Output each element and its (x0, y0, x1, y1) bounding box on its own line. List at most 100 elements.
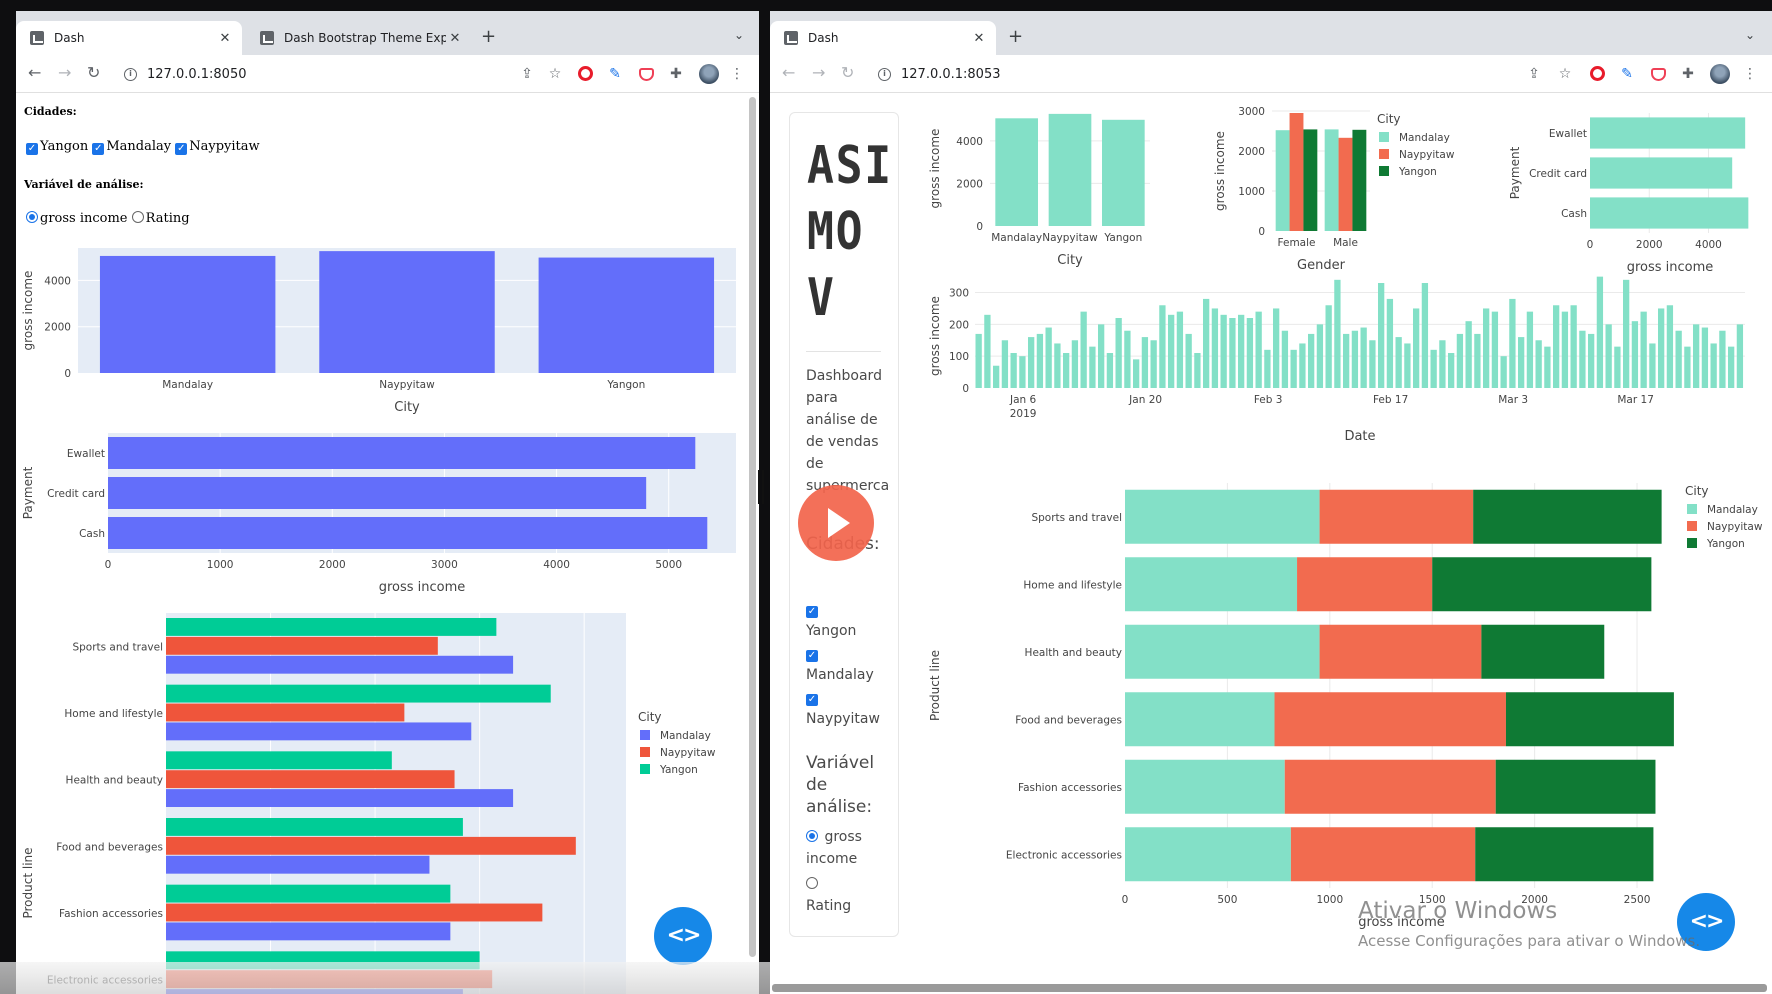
tab-close-icon[interactable]: ✕ (216, 31, 234, 46)
bar (1159, 305, 1166, 388)
site-info-icon[interactable]: i (124, 67, 137, 81)
back-arrow-icon[interactable]: ← (28, 65, 41, 81)
opera-extension-icon[interactable] (1590, 66, 1605, 81)
bar (1430, 349, 1437, 388)
x-tick-label: 2000 (319, 559, 346, 571)
legend-entry: Yangon (1398, 166, 1437, 178)
bar (1089, 346, 1096, 388)
checkbox-naypyitaw[interactable]: ✓ Naypyitaw (806, 686, 880, 730)
y-tick-label: 3000 (1238, 106, 1265, 118)
radio-gross-income[interactable]: gross income (806, 826, 892, 870)
x-tick-label: Naypyitaw (379, 379, 435, 391)
left-tab-dash[interactable]: Dash ✕ (16, 21, 242, 55)
variavel-label: Variável de análise: (24, 178, 144, 191)
reload-icon[interactable]: ↻ (87, 65, 100, 81)
extensions-puzzle-icon[interactable]: ✚ (668, 66, 684, 82)
checkbox-yangon[interactable]: ✓ Yangon (806, 598, 856, 642)
bar (1631, 321, 1639, 388)
x-tick-sublabel: 2019 (1010, 408, 1037, 420)
radio-rating[interactable]: Rating (131, 211, 190, 226)
tab-search-chevron-icon[interactable]: ⌄ (1745, 28, 1755, 42)
y-tick-label: Cash (79, 528, 105, 540)
left-tab-theme-explorer[interactable]: Dash Bootstrap Theme Explore ✕ (246, 21, 472, 55)
y-tick-label: 100 (949, 351, 969, 363)
window-resize-handle[interactable] (758, 470, 764, 504)
forward-arrow-icon[interactable]: → (812, 65, 825, 81)
x-axis-title: Date (1344, 429, 1375, 444)
reload-icon[interactable]: ↻ (841, 65, 854, 81)
y-tick-label: Food and beverages (56, 841, 163, 853)
site-info-icon[interactable]: i (878, 67, 891, 81)
daily-gross-income-bar-chart: 0 100 200 300 Jan 6 2019 Jan 20 Feb 3 Feb 17 Mar … (928, 276, 1745, 444)
back-arrow-icon[interactable]: ← (782, 65, 795, 81)
opera-extension-icon[interactable] (578, 66, 593, 81)
legend-entry: Mandalay (1399, 132, 1450, 144)
forward-arrow-icon[interactable]: → (58, 65, 71, 81)
bar (1351, 330, 1359, 388)
bar (1590, 197, 1749, 229)
bar (1614, 346, 1621, 388)
dash-favicon-icon (784, 31, 798, 45)
kebab-menu-icon[interactable]: ⋮ (729, 66, 745, 82)
y-tick-label: Food and beverages (1015, 714, 1122, 726)
bar (1369, 340, 1376, 388)
bar (1544, 346, 1551, 388)
x-tick-label: 3000 (431, 559, 458, 571)
new-tab-icon[interactable]: + (1008, 26, 1023, 47)
bar (1001, 340, 1009, 388)
checkbox-checked-icon: ✓ (26, 143, 38, 155)
bar (1561, 311, 1569, 388)
profile-avatar[interactable] (699, 64, 719, 84)
bar (1684, 346, 1691, 388)
y-tick-label: Health and beauty (1025, 647, 1122, 659)
bar (1316, 324, 1324, 388)
bar (1378, 283, 1385, 388)
legend-entry: Naypyitaw (1399, 149, 1455, 161)
color-picker-extension-icon[interactable]: ✎ (1619, 66, 1635, 82)
right-tab-dash[interactable]: Dash ✕ (770, 21, 996, 55)
pocket-extension-icon[interactable] (639, 68, 654, 81)
extensions-puzzle-icon[interactable]: ✚ (1680, 66, 1696, 82)
bar-segment (1505, 692, 1674, 747)
checkbox-mandalay[interactable]: ✓ Mandalay (92, 139, 171, 155)
bar (166, 903, 543, 922)
legend-swatch (1379, 166, 1389, 176)
tab-search-chevron-icon[interactable]: ⌄ (734, 28, 744, 42)
bar (1334, 279, 1341, 388)
x-axis-title: gross income (379, 580, 466, 595)
bar (1080, 311, 1087, 388)
y-tick-label: 4000 (44, 275, 71, 287)
new-tab-icon[interactable]: + (481, 26, 496, 47)
checkbox-yangon[interactable]: ✓ Yangon (26, 139, 88, 155)
dashboard-description: Dashboard para análise de de vendas de s… (806, 368, 890, 494)
right-address-bar[interactable]: i 127.0.0.1:8053 (878, 61, 1258, 87)
bar (108, 517, 708, 549)
y-axis-title: gross income (928, 129, 942, 209)
bar (1194, 353, 1201, 388)
color-picker-extension-icon[interactable]: ✎ (607, 66, 623, 82)
play-button-icon[interactable] (798, 485, 874, 561)
share-icon[interactable]: ⇪ (519, 66, 535, 82)
profile-avatar[interactable] (1710, 64, 1730, 84)
bookmark-star-icon[interactable]: ☆ (1557, 66, 1573, 82)
y-tick-label: Sports and travel (72, 641, 163, 653)
checkbox-naypyitaw[interactable]: ✓ Naypyitaw (175, 139, 260, 155)
left-code-toggle-button[interactable]: <> (654, 907, 712, 965)
right-horizontal-scrollbar[interactable] (772, 984, 1767, 992)
bookmark-star-icon[interactable]: ☆ (547, 66, 563, 82)
pocket-extension-icon[interactable] (1651, 68, 1666, 81)
sidebar-divider (806, 351, 881, 352)
kebab-menu-icon[interactable]: ⋮ (1742, 66, 1758, 82)
tab-close-icon[interactable]: ✕ (446, 31, 464, 46)
radio-rating[interactable]: Rating (806, 873, 851, 917)
x-tick-label: 2500 (1624, 894, 1651, 906)
left-address-bar[interactable]: i 127.0.0.1:8050 (124, 61, 504, 87)
bar (1338, 137, 1353, 231)
y-axis-title: Payment (21, 466, 35, 519)
share-icon[interactable]: ⇪ (1526, 66, 1542, 82)
x-tick-label: 4000 (543, 559, 570, 571)
left-vertical-scrollbar[interactable] (749, 97, 756, 957)
checkbox-mandalay[interactable]: ✓ Mandalay (806, 642, 874, 686)
radio-gross-income[interactable]: gross income (26, 211, 128, 226)
tab-close-icon[interactable]: ✕ (970, 31, 988, 46)
